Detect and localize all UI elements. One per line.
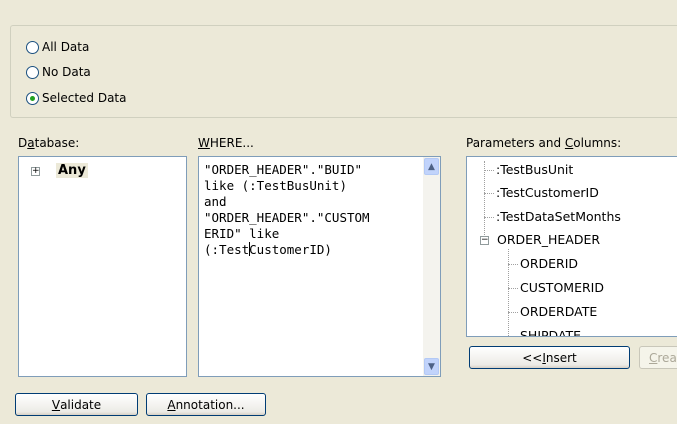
radio-selected-data[interactable]: Selected Data bbox=[26, 89, 127, 107]
collapse-minus-icon[interactable]: − bbox=[480, 236, 489, 245]
radio-selected-data-label: Selected Data bbox=[42, 91, 127, 105]
radio-no-data[interactable]: No Data bbox=[26, 63, 91, 81]
where-line: "ORDER_HEADER"."CUSTOM bbox=[204, 210, 370, 225]
scroll-down-arrow-icon[interactable]: ▼ bbox=[424, 358, 439, 375]
column-item[interactable]: ORDERID bbox=[520, 256, 578, 271]
table-node-order-header[interactable]: ORDER_HEADER bbox=[497, 232, 600, 247]
create-button[interactable]: Crea bbox=[639, 346, 677, 369]
validate-button[interactable]: Validate bbox=[15, 393, 138, 416]
tree-connector bbox=[508, 249, 509, 336]
radio-circle-icon[interactable] bbox=[26, 65, 39, 79]
column-item[interactable]: ORDERDATE bbox=[520, 304, 597, 319]
where-scrollbar[interactable]: ▲ ▼ bbox=[423, 157, 440, 376]
where-line: like (:TestBusUnit) bbox=[204, 178, 347, 193]
tree-connector bbox=[484, 217, 494, 218]
where-label: WHERE... bbox=[198, 136, 254, 150]
radio-checked-icon[interactable] bbox=[26, 91, 39, 105]
tree-connector bbox=[484, 193, 494, 194]
where-line: and bbox=[204, 194, 227, 209]
where-line: ERID" like bbox=[204, 226, 280, 241]
param-item[interactable]: :TestDataSetMonths bbox=[496, 209, 621, 224]
where-line: "ORDER_HEADER"."BUID" bbox=[204, 162, 363, 177]
database-label: Database: bbox=[18, 136, 80, 150]
where-line: CustomerID) bbox=[249, 242, 332, 257]
tree-connector bbox=[508, 264, 518, 265]
tree-connector bbox=[508, 336, 518, 337]
radio-no-data-label: No Data bbox=[42, 65, 91, 79]
params-columns-tree[interactable]: :TestBusUnit :TestCustomerID :TestDataSe… bbox=[466, 156, 677, 337]
where-line: (:Test bbox=[204, 242, 250, 257]
radio-all-data[interactable]: All Data bbox=[26, 38, 89, 56]
tree-connector bbox=[484, 161, 485, 241]
param-item[interactable]: :TestBusUnit bbox=[496, 162, 573, 177]
where-text[interactable]: "ORDER_HEADER"."BUID" like (:TestBusUnit… bbox=[204, 162, 426, 258]
database-item-any[interactable]: Any bbox=[56, 163, 88, 178]
column-item[interactable]: CUSTOMERID bbox=[520, 280, 604, 295]
tree-connector bbox=[484, 170, 494, 171]
tree-connector bbox=[508, 312, 518, 313]
annotation-button[interactable]: Annotation... bbox=[146, 393, 266, 416]
tree-connector bbox=[508, 288, 518, 289]
radio-all-data-label: All Data bbox=[42, 40, 90, 54]
params-columns-label: Parameters and Columns: bbox=[466, 136, 622, 150]
where-editor[interactable]: "ORDER_HEADER"."BUID" like (:TestBusUnit… bbox=[198, 156, 441, 377]
database-tree[interactable]: + Any bbox=[18, 156, 187, 377]
insert-button[interactable]: << Insert bbox=[469, 346, 630, 369]
expand-plus-icon[interactable]: + bbox=[31, 167, 40, 176]
scroll-up-arrow-icon[interactable]: ▲ bbox=[424, 158, 439, 175]
column-item[interactable]: SHIPDATE bbox=[520, 328, 581, 336]
radio-circle-icon[interactable] bbox=[26, 40, 39, 54]
param-item[interactable]: :TestCustomerID bbox=[496, 185, 599, 200]
